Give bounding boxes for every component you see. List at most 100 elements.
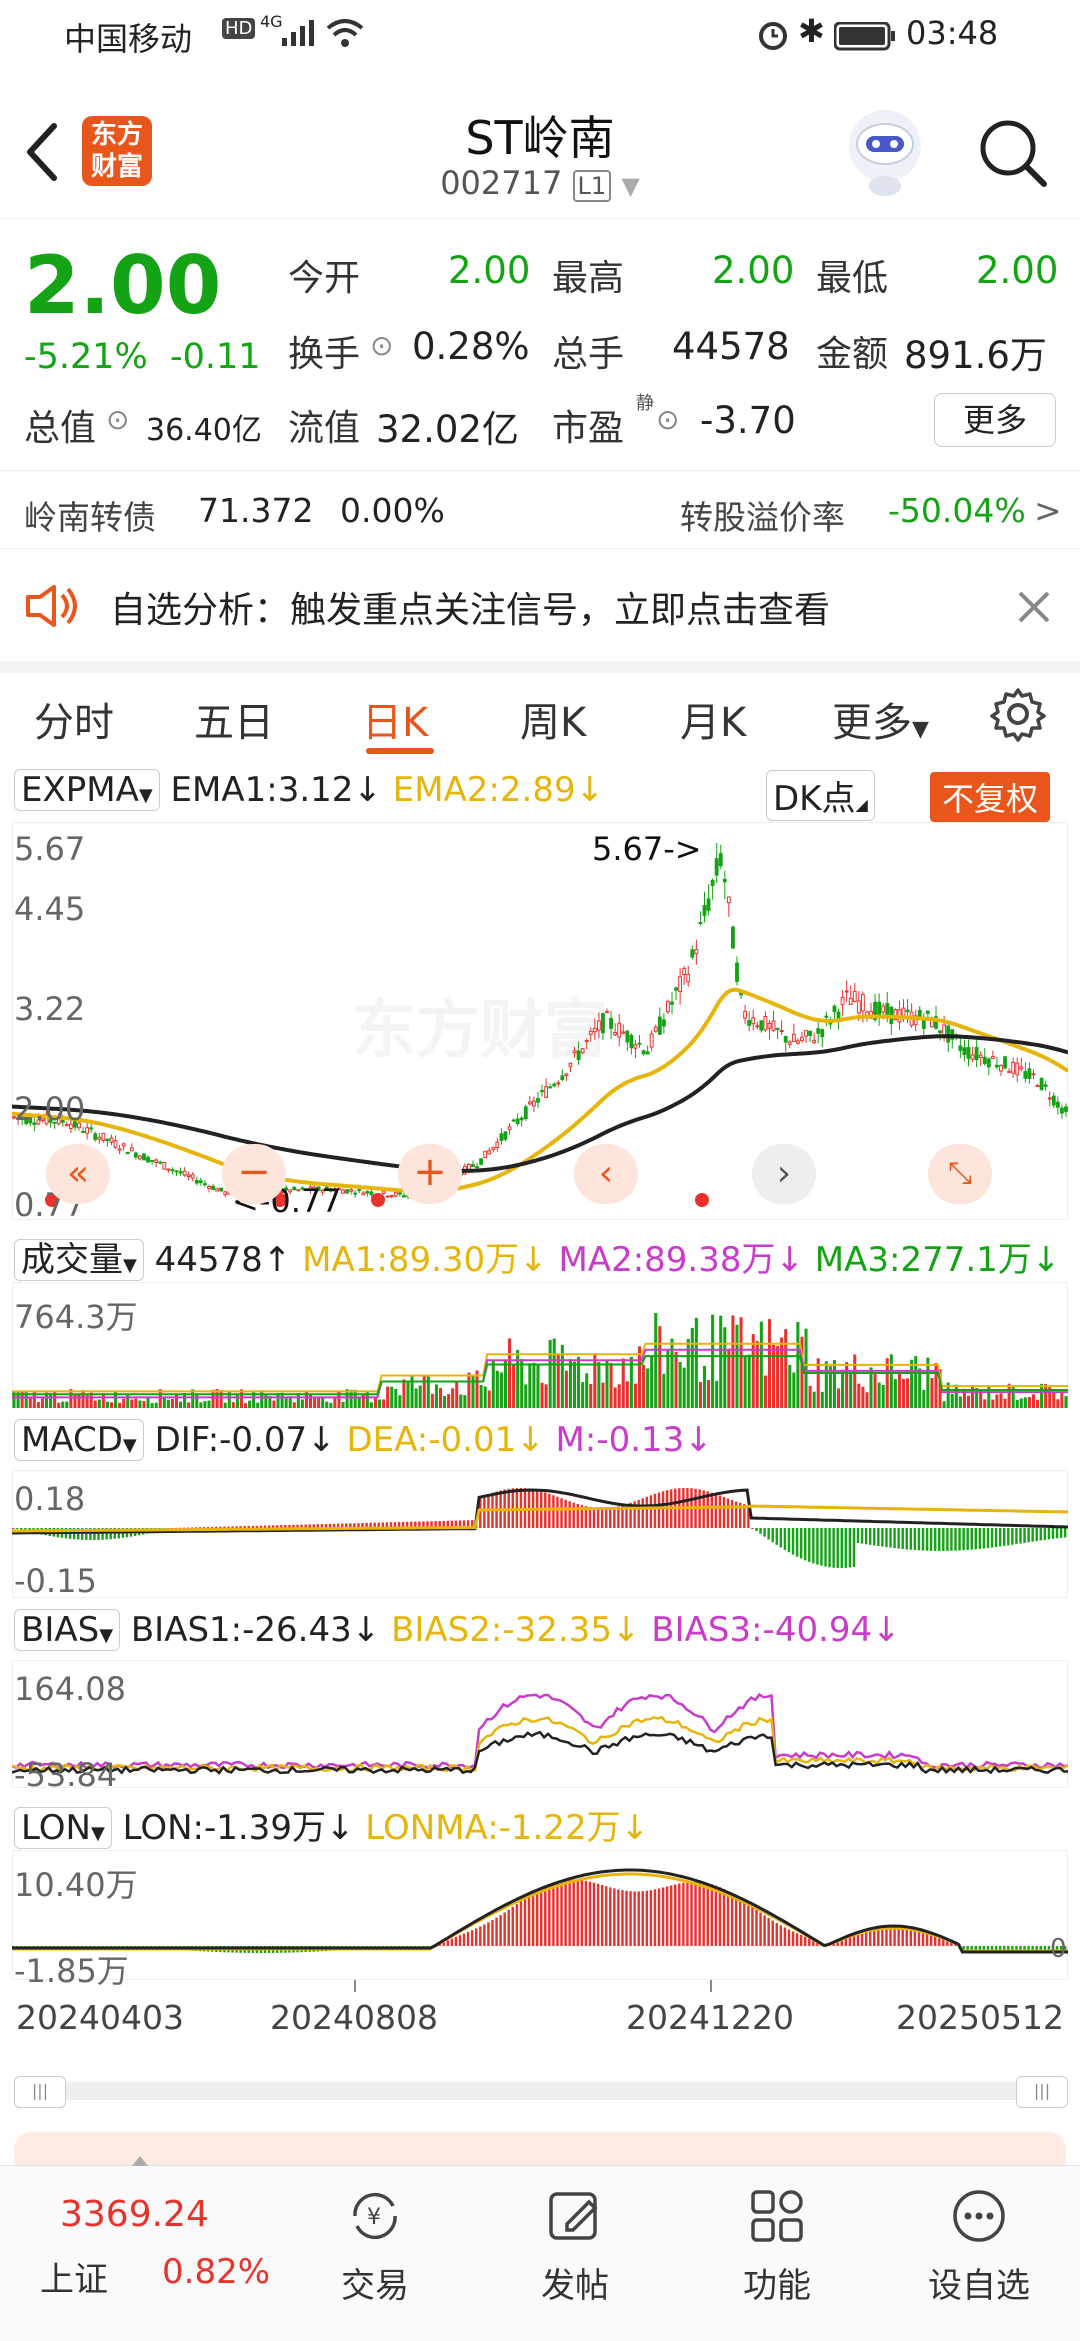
candle-body [735, 962, 739, 982]
tab-intraday[interactable]: 分时 [34, 690, 114, 748]
scroll-handle-right[interactable]: ||| [1016, 2076, 1068, 2108]
tab-monthly-k[interactable]: 月K [680, 690, 746, 748]
volume-bar [369, 1402, 373, 1408]
macd-bar [990, 1528, 994, 1548]
tab-more[interactable]: 更多▼ [832, 690, 929, 748]
kline-y2: 4.45 [14, 890, 86, 928]
zoom-in-icon[interactable]: + [398, 1144, 462, 1204]
lon-bar [779, 1925, 783, 1946]
info-icon[interactable]: ⊙ [106, 403, 129, 436]
nav-post[interactable]: 发帖 [500, 2166, 650, 2307]
scroll-handle-left[interactable]: ||| [14, 2076, 66, 2108]
kline-chart[interactable]: 东方财富 [12, 822, 1068, 1220]
info-icon[interactable]: ⊙ [370, 329, 393, 362]
info-icon[interactable]: ⊙ [656, 403, 679, 436]
candle-body [182, 1170, 187, 1176]
volume-bar [662, 1373, 666, 1408]
tab-daily-k[interactable]: 日K [362, 690, 428, 748]
candle-body [946, 1025, 951, 1043]
robot-assistant-icon[interactable] [840, 104, 930, 200]
candle-body [982, 1056, 987, 1064]
rewind-icon[interactable]: « [46, 1144, 110, 1204]
adjust-toggle[interactable]: 不复权 [930, 772, 1051, 822]
volume-bar [601, 1382, 605, 1408]
dk-point-dropdown[interactable]: DK点◢ [766, 770, 875, 821]
nav-add-watchlist[interactable]: 设自选 [904, 2166, 1054, 2307]
indicator-dropdown[interactable]: EXPMA▼ [14, 769, 160, 811]
macd-ymin: -0.15 [14, 1562, 97, 1600]
volume-bar [443, 1396, 447, 1408]
range-scrollbar[interactable]: ||| ||| [14, 2076, 1068, 2108]
index-value-text: 3369.24 [60, 2194, 209, 2235]
volume-bar [296, 1393, 300, 1408]
wifi-icon [326, 19, 364, 47]
svg-text:¥: ¥ [367, 2205, 381, 2230]
macd-bar [592, 1507, 596, 1528]
nav-trade[interactable]: ¥ 交易 [300, 2166, 450, 2307]
candle-body [787, 1041, 792, 1045]
more-button[interactable]: 更多 [934, 393, 1056, 447]
macd-bar [824, 1528, 827, 1567]
macd-bar [609, 1507, 612, 1528]
lon-bar [450, 1938, 454, 1946]
macd-m-arrow: ↓ [684, 1420, 713, 1460]
bias-dropdown[interactable]: BIAS▼ [14, 1609, 121, 1651]
stock-code-row[interactable]: 002717 L1 ▼ [340, 164, 740, 202]
tab-weekly-k[interactable]: 周K [520, 690, 586, 748]
index-value[interactable]: 3369.24 [60, 2194, 209, 2235]
macd-bar [881, 1528, 884, 1547]
close-icon[interactable] [1016, 589, 1052, 625]
macd-bar [206, 1527, 210, 1529]
prev-icon[interactable]: ‹ [574, 1144, 638, 1204]
volume-dropdown[interactable]: 成交量▼ [14, 1239, 144, 1281]
candle-body [743, 1010, 748, 1019]
next-icon[interactable]: › [752, 1144, 816, 1204]
lon-bar [722, 1889, 726, 1946]
settings-gear-icon[interactable] [990, 686, 1046, 742]
expand-up-icon[interactable] [132, 2156, 148, 2166]
lon-bar [674, 1884, 677, 1946]
candle-body [860, 994, 865, 1012]
macd-bar [828, 1528, 831, 1568]
analysis-banner[interactable]: 自选分析：触发重点关注信号，立即点击查看 [0, 548, 1080, 673]
volume-chart[interactable] [12, 1282, 1068, 1408]
volume-bar [735, 1324, 739, 1408]
macd-legend: MACD▼ DIF:-0.07↓ DEA:-0.01↓ M:-0.13↓ [14, 1419, 713, 1461]
candle-body [483, 1150, 488, 1159]
tab-five-day[interactable]: 五日 [194, 690, 274, 748]
macd-bar [974, 1528, 978, 1550]
volume-bar [934, 1362, 938, 1408]
lon-bar [470, 1930, 474, 1946]
signal-dot [371, 1193, 385, 1207]
lon-bar [734, 1896, 738, 1946]
candle-body [999, 1065, 1003, 1072]
stock-name[interactable]: ST岭南 [340, 102, 740, 168]
nav-post-label: 发帖 [541, 2266, 609, 2306]
candle-body [536, 1098, 540, 1103]
back-icon[interactable] [22, 122, 62, 182]
bias-chart[interactable] [12, 1660, 1068, 1788]
nav-functions[interactable]: 功能 [702, 2166, 852, 2307]
convertible-bond-row[interactable]: 岭南转债 71.372 0.00% 转股溢价率 -50.04% > [0, 470, 1080, 549]
candle-body [113, 1140, 118, 1148]
candle-body [519, 1117, 524, 1121]
volume-bar [788, 1364, 792, 1408]
macd-chart[interactable] [12, 1470, 1068, 1598]
macd-bar [885, 1528, 888, 1548]
zoom-out-icon[interactable]: − [222, 1144, 286, 1204]
lon-dropdown[interactable]: LON▼ [14, 1807, 112, 1849]
search-icon[interactable] [976, 116, 1050, 190]
lon-bar [690, 1881, 693, 1946]
lon-chart[interactable] [12, 1850, 1068, 1980]
macd-bar [202, 1527, 206, 1529]
candle-body [706, 898, 711, 911]
volume-bar [784, 1329, 788, 1408]
candle-body [556, 1082, 561, 1085]
promo-strip[interactable] [14, 2132, 1066, 2166]
macd-dropdown[interactable]: MACD▼ [14, 1419, 144, 1461]
candle-body [219, 1187, 224, 1192]
app-logo[interactable]: 东方 财富 [82, 116, 152, 186]
volume-bar [950, 1393, 954, 1408]
macd-bar [1043, 1528, 1047, 1540]
fullscreen-icon[interactable]: ⤡ [928, 1144, 992, 1204]
